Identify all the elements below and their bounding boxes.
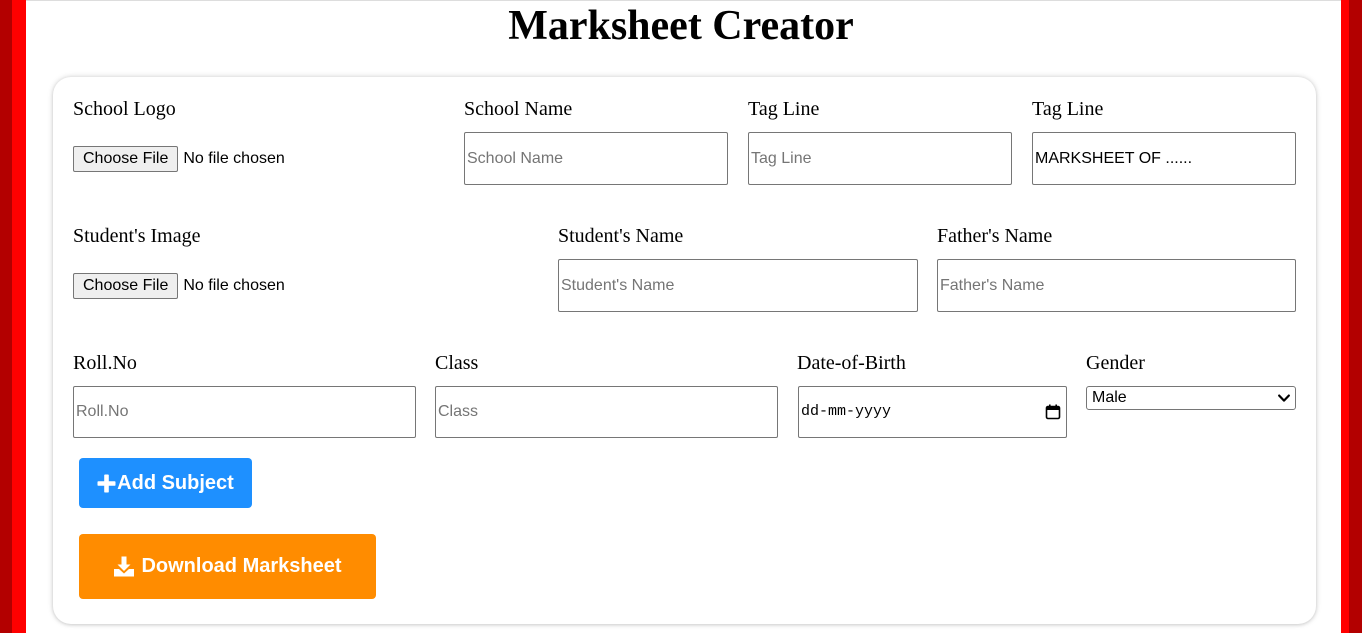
add-subject-button[interactable]: Add Subject bbox=[79, 458, 252, 508]
right-border-stripe bbox=[1341, 0, 1362, 633]
student-image-file-status: No file chosen bbox=[183, 277, 285, 294]
school-logo-choose-file-button[interactable]: Choose File bbox=[73, 146, 179, 172]
father-name-label: Father's Name bbox=[937, 225, 1053, 247]
tag-line-input[interactable] bbox=[748, 132, 1012, 185]
gender-select[interactable]: Male bbox=[1086, 386, 1296, 410]
dob-label: Date-of-Birth bbox=[797, 352, 906, 374]
father-name-input[interactable] bbox=[937, 259, 1296, 312]
top-divider bbox=[26, 0, 1341, 1]
dob-date-input[interactable]: dd-mm-yyyy bbox=[798, 386, 1067, 438]
calendar-icon[interactable] bbox=[1045, 404, 1061, 420]
tag-line-2-input[interactable] bbox=[1032, 132, 1296, 185]
chevron-down-icon bbox=[1278, 394, 1290, 402]
download-marksheet-label: Download Marksheet bbox=[141, 555, 342, 577]
class-label: Class bbox=[435, 352, 479, 374]
roll-no-label: Roll.No bbox=[73, 352, 137, 374]
student-name-label: Student's Name bbox=[558, 225, 684, 247]
student-image-choose-file-button[interactable]: Choose File bbox=[73, 273, 179, 299]
school-name-input[interactable] bbox=[464, 132, 728, 185]
school-logo-file-status: No file chosen bbox=[183, 150, 285, 167]
add-subject-label: Add Subject bbox=[117, 471, 234, 494]
student-image-file-input[interactable]: Choose File No file chosen bbox=[73, 273, 285, 299]
class-input[interactable] bbox=[435, 386, 778, 438]
student-name-input[interactable] bbox=[558, 259, 918, 312]
gender-selected-value: Male bbox=[1092, 389, 1127, 406]
school-logo-label: School Logo bbox=[73, 98, 176, 120]
plus-icon bbox=[97, 474, 116, 492]
download-marksheet-button[interactable]: Download Marksheet bbox=[79, 534, 376, 599]
dob-date-text: dd-mm-yyyy bbox=[801, 403, 892, 420]
gender-label: Gender bbox=[1086, 352, 1145, 374]
tag-line-2-label: Tag Line bbox=[1032, 98, 1104, 120]
tag-line-label: Tag Line bbox=[748, 98, 820, 120]
school-name-label: School Name bbox=[464, 98, 573, 120]
school-logo-file-input[interactable]: Choose File No file chosen bbox=[73, 146, 285, 172]
student-image-label: Student's Image bbox=[73, 225, 201, 247]
page-title: Marksheet Creator bbox=[508, 3, 854, 49]
left-border-stripe bbox=[0, 0, 26, 633]
roll-no-input[interactable] bbox=[73, 386, 416, 438]
download-icon bbox=[114, 556, 135, 577]
